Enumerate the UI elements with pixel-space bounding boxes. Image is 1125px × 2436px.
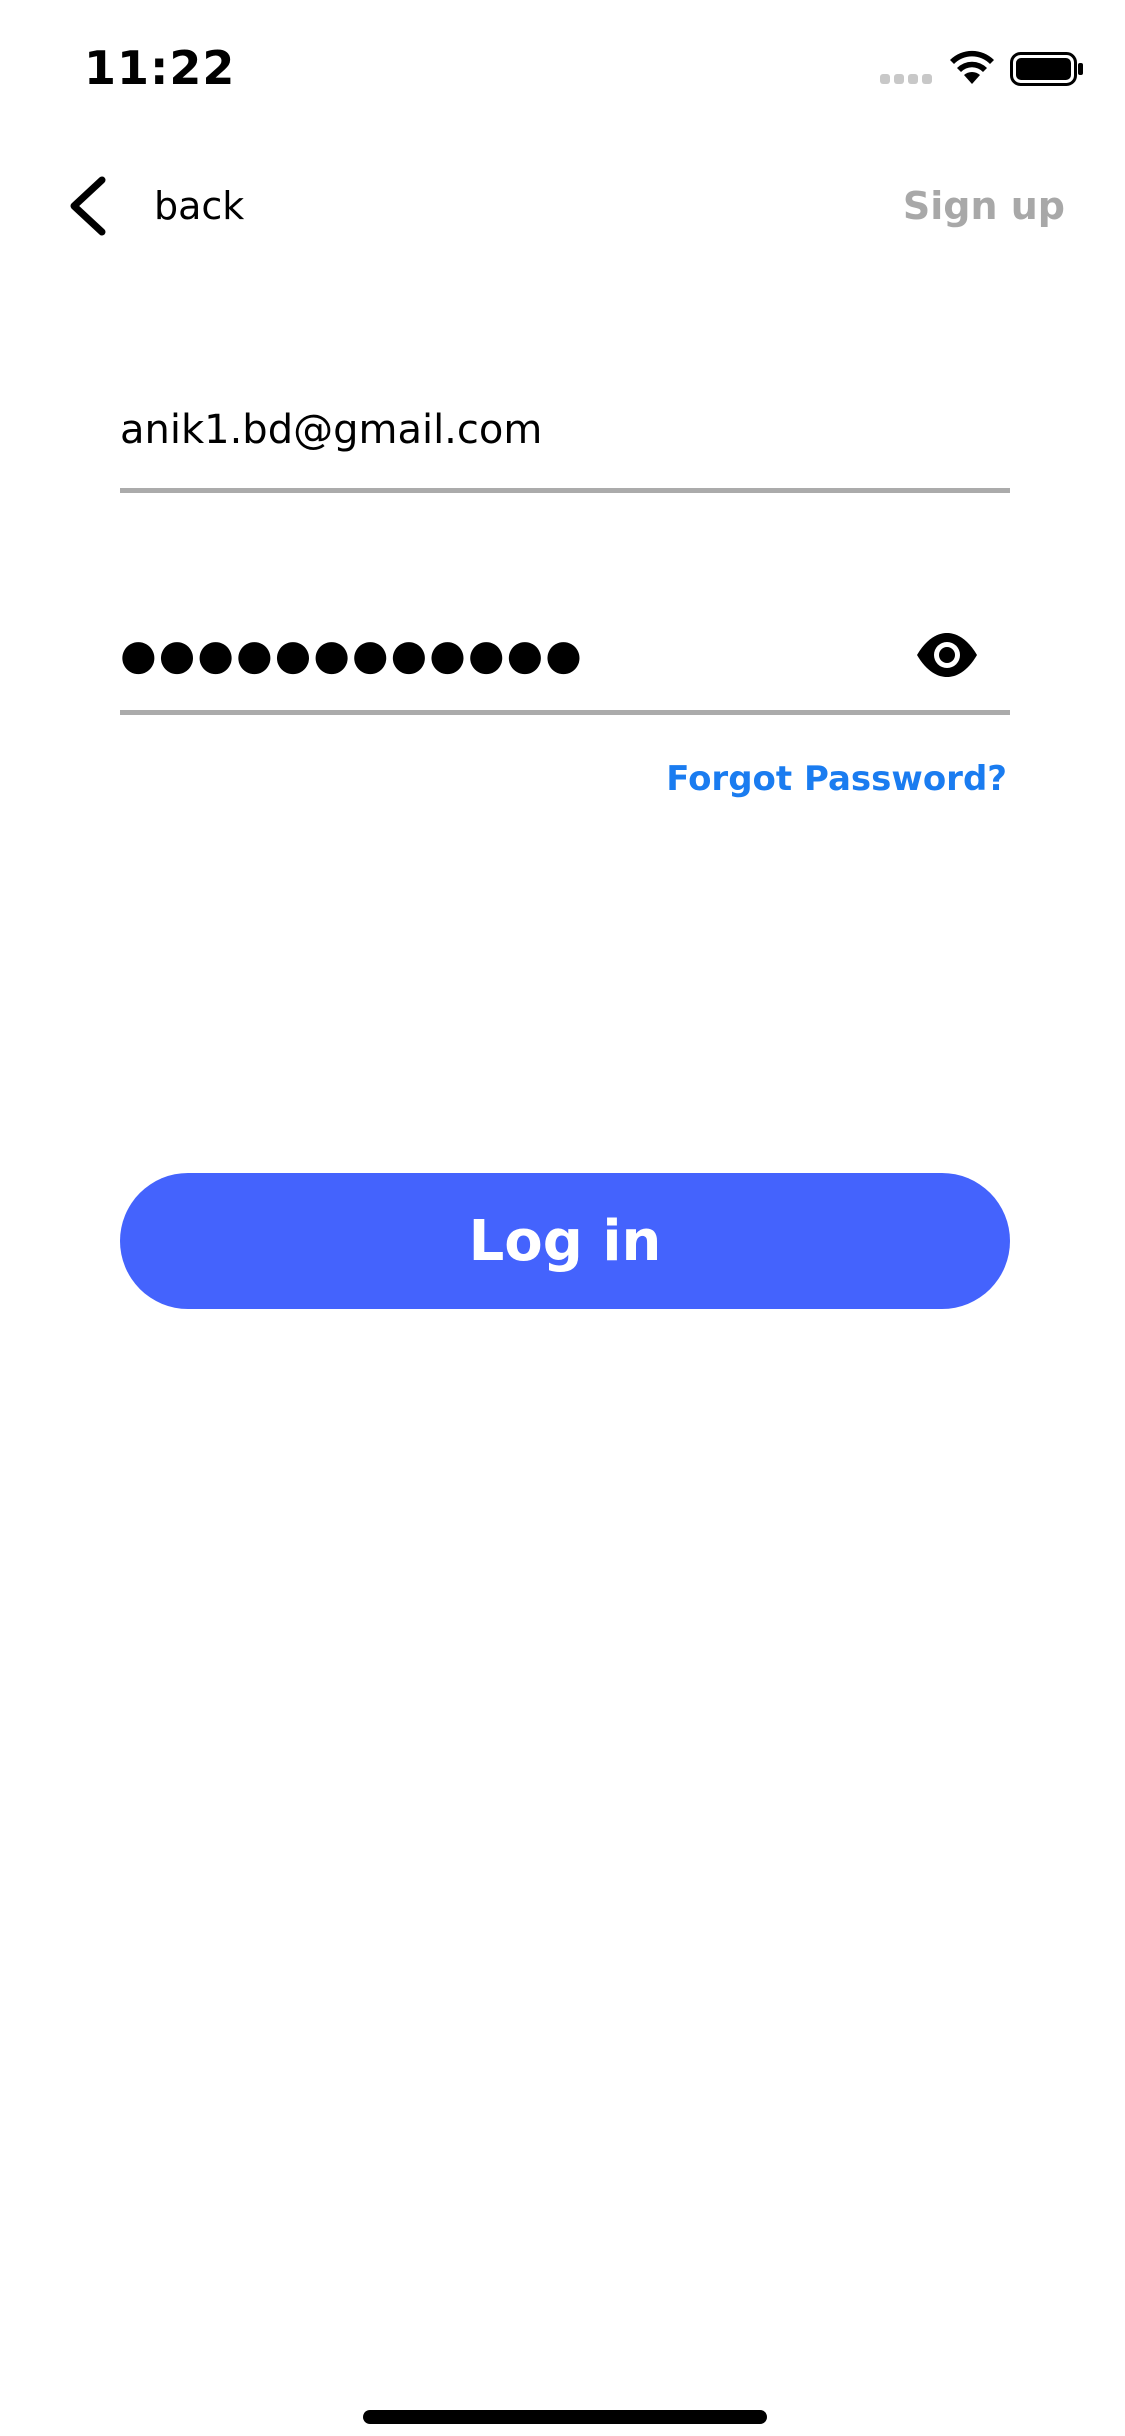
cellular-signal-icon bbox=[880, 74, 932, 84]
back-label: back bbox=[154, 184, 245, 228]
password-field[interactable]: ●●●●●●●●●●●● bbox=[120, 600, 1010, 715]
eye-icon[interactable] bbox=[914, 630, 980, 680]
login-button[interactable]: Log in bbox=[120, 1173, 1010, 1309]
status-time: 11:22 bbox=[84, 41, 236, 95]
battery-icon bbox=[1010, 52, 1083, 86]
forgot-password-link[interactable]: Forgot Password? bbox=[666, 755, 1007, 803]
login-button-label: Log in bbox=[468, 1208, 662, 1274]
chevron-left-icon bbox=[70, 176, 106, 236]
password-value: ●●●●●●●●●●●● bbox=[120, 630, 584, 679]
wifi-icon bbox=[950, 50, 994, 84]
sign-up-link[interactable]: Sign up bbox=[903, 181, 1065, 231]
email-value: anik1.bd@gmail.com bbox=[120, 407, 543, 453]
status-bar: 11:22 bbox=[0, 0, 1125, 140]
home-indicator[interactable] bbox=[363, 2410, 767, 2424]
back-button[interactable]: back bbox=[64, 170, 244, 242]
email-field[interactable]: anik1.bd@gmail.com bbox=[120, 392, 1010, 493]
